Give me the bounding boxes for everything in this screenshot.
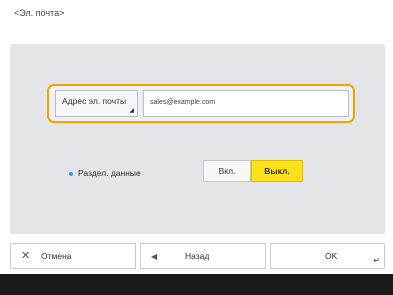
cancel-button[interactable]: ✕ Отмена: [10, 243, 136, 269]
corner-arrow-icon: ◢: [129, 108, 134, 114]
back-label: Назад: [185, 251, 210, 261]
address-field[interactable]: sales@example.com: [143, 90, 349, 117]
close-icon: ✕: [21, 250, 31, 262]
address-row-highlight: Адрес эл. почты ◢ sales@example.com: [47, 84, 355, 123]
screen-title: <Эл. почта>: [14, 8, 65, 18]
ok-button[interactable]: OK ↵: [270, 243, 385, 269]
settings-panel: Адрес эл. почты ◢ sales@example.com Разд…: [10, 44, 385, 234]
toggle-off-button[interactable]: Выкл.: [251, 160, 303, 182]
address-button-label: Адрес эл. почты: [62, 96, 127, 106]
divide-data-row: Раздел. данные: [69, 168, 141, 178]
arrow-left-icon: ◀: [151, 252, 158, 261]
toggle-on-button[interactable]: Вкл.: [203, 160, 251, 182]
address-button[interactable]: Адрес эл. почты ◢: [55, 90, 138, 117]
enter-icon: ↵: [373, 256, 380, 265]
back-button[interactable]: ◀ Назад: [140, 243, 266, 269]
divide-data-label: Раздел. данные: [78, 168, 141, 178]
bottom-status-bar: [0, 274, 393, 295]
bullet-icon: [69, 171, 73, 176]
cancel-label: Отмена: [41, 251, 72, 261]
ok-label: OK: [325, 251, 338, 261]
